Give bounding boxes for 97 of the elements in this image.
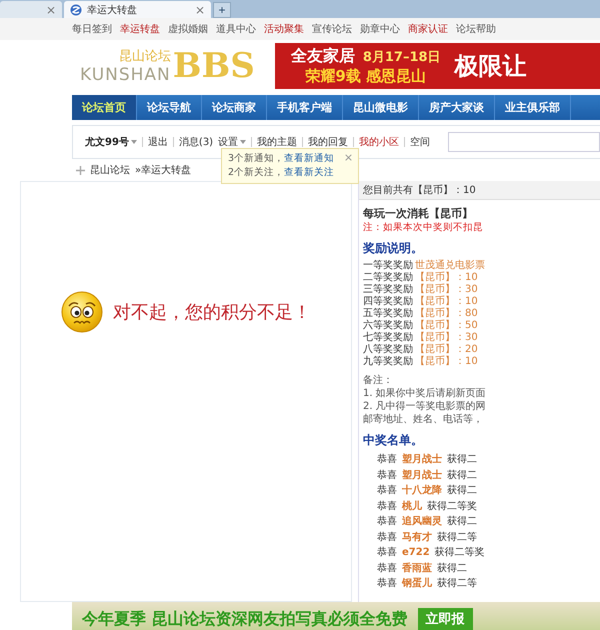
winner-prize: 获得二等奖 [434,546,485,560]
user-link[interactable]: 我的小区 [359,135,400,149]
winner-name[interactable]: 香雨蓝 [402,560,432,576]
winners-heading: 中奖名单。 [363,432,424,449]
new-tab-button[interactable]: + [213,2,231,18]
winner-prefix: 恭喜 [377,562,397,576]
remark-text: 1. 如果你中奖后请刷新页面 [363,387,487,400]
winner-name[interactable]: 马有才 [402,530,432,545]
top-link[interactable]: 每日签到 [72,22,112,36]
top-link[interactable]: 虚拟婚姻 [168,22,208,36]
winner-prefix: 恭喜 [377,484,397,498]
breadcrumb-link[interactable]: »幸运大转盘 [135,163,192,177]
winner-prize: 获得二 [447,452,477,467]
top-link[interactable]: 道具中心 [216,22,256,36]
prize-label: 九等奖奖励 [363,356,413,368]
nav-tab[interactable]: 论坛商家 [202,95,267,120]
reward-value: 世茂通兑电影票 [415,260,485,272]
prize-label: 三等奖奖励 [363,284,413,296]
caret-icon [130,140,137,144]
user-link[interactable]: 我的回复 [308,135,348,149]
notice-link[interactable]: 查看新关注 [284,167,334,178]
top-link[interactable]: 宣传论坛 [312,22,352,36]
prize-label: 八等奖奖励 [363,344,413,356]
close-icon[interactable]: × [46,4,56,16]
worried-face-icon [61,290,103,332]
bottom-ad-banner[interactable]: 今年夏季 昆山论坛资深网友拍写真必须全免费 立即报 [72,602,600,630]
browser-tab[interactable]: × [0,1,62,18]
reward-value: 【昆币】：10 [415,296,478,308]
remark-text: 邮寄地址、姓名、电话等， [363,413,484,426]
error-message: 对不起，您的积分不足！ [113,300,311,324]
prize-label: 五等奖奖励 [363,308,413,320]
top-link[interactable]: 商家认证 [408,22,448,36]
user-link[interactable]: 空间 [410,135,430,149]
nav-tab[interactable]: 昆山微电影 [343,95,419,120]
cost-text: 每玩一次消耗【昆币】 [363,206,474,221]
prize-label: 二等奖奖励 [363,272,413,284]
reward-value: 【昆币】：10 [415,356,478,368]
close-icon[interactable]: × [194,4,205,16]
top-link[interactable]: 论坛帮助 [456,22,496,36]
note-text: 注：如果本次中奖则不扣昆 [363,221,484,234]
winner-prefix: 恭喜 [377,452,397,467]
user-link[interactable]: 退出 [148,135,168,149]
reward-value: 【昆币】：50 [415,320,478,332]
winner-prefix: 恭喜 [377,576,397,591]
winner-prize: 获得二等 [437,576,477,591]
winner-prize: 获得二 [447,514,477,529]
top-link[interactable]: 活动聚集 [264,22,304,36]
reward-value: 【昆币】：30 [415,284,478,296]
remark-text: 2. 凡中得一等奖电影票的网 [363,400,487,413]
breadcrumb-link[interactable]: 昆山论坛 [90,163,130,177]
reward-value: 【昆币】：80 [415,308,478,320]
rewards-heading: 奖励说明。 [363,240,424,257]
balance-text: 您目前共有【昆币】：10 [359,181,600,200]
prize-label: 七等奖奖励 [363,332,413,344]
notice-link[interactable]: 查看新通知 [284,153,334,164]
winner-prize: 获得二等奖 [427,500,477,514]
notice-text: 3个新通知， [228,153,284,164]
reward-value: 【昆币】：20 [415,344,478,356]
user-link[interactable]: 尤文99号 [85,135,137,149]
winner-prefix: 恭喜 [377,546,397,560]
prize-label: 六等奖奖励 [363,320,413,332]
nav-tab[interactable]: 论坛首页 [72,95,137,120]
winner-name[interactable]: e722 [402,545,430,560]
top-link[interactable]: 勋章中心 [360,22,400,36]
winner-name[interactable]: 十八龙降 [402,483,442,498]
user-link[interactable]: 我的主题 [257,135,298,149]
winner-prize: 获得二 [437,562,467,576]
remarks-heading: 备注： [363,374,394,387]
winner-prize: 获得二 [447,468,477,482]
prize-label: 四等奖奖励 [363,296,413,308]
notice-text: 2个新关注， [228,167,284,178]
winner-prefix: 恭喜 [377,500,397,514]
reward-value: 【昆币】：30 [415,332,478,344]
winner-prize: 获得二等 [437,530,477,544]
winner-name[interactable]: 塑月战士 [402,452,442,468]
browser-logo-icon [70,4,82,16]
plus-icon[interactable] [76,166,85,174]
nav-tab[interactable]: 论坛导航 [137,95,202,120]
winner-name[interactable]: 塑月战士 [402,468,442,483]
winner-prefix: 恭喜 [377,514,397,529]
winner-name[interactable]: 追风幽灵 [402,514,442,530]
prize-label: 一等奖奖励 [363,260,413,272]
winner-prefix: 恭喜 [377,468,397,482]
winner-prefix: 恭喜 [377,530,397,544]
nav-tab[interactable]: 手机客户端 [267,95,343,120]
user-link[interactable]: 设置 [218,135,246,149]
top-link[interactable]: 幸运转盘 [120,22,160,36]
user-link[interactable]: 消息(3) [178,135,214,149]
winner-name[interactable]: 桃儿 [402,498,422,514]
search-field[interactable] [448,132,600,152]
nav-tab[interactable]: 房产大家谈 [419,95,495,120]
winner-name[interactable]: 钢蛋儿 [402,576,432,592]
reward-value: 【昆币】：10 [415,272,478,284]
winner-prize: 获得二 [447,484,477,498]
nav-tab[interactable]: 业主俱乐部 [495,95,571,120]
browser-tab[interactable]: 幸运大转盘 × [64,1,211,18]
caret-icon [240,140,246,144]
